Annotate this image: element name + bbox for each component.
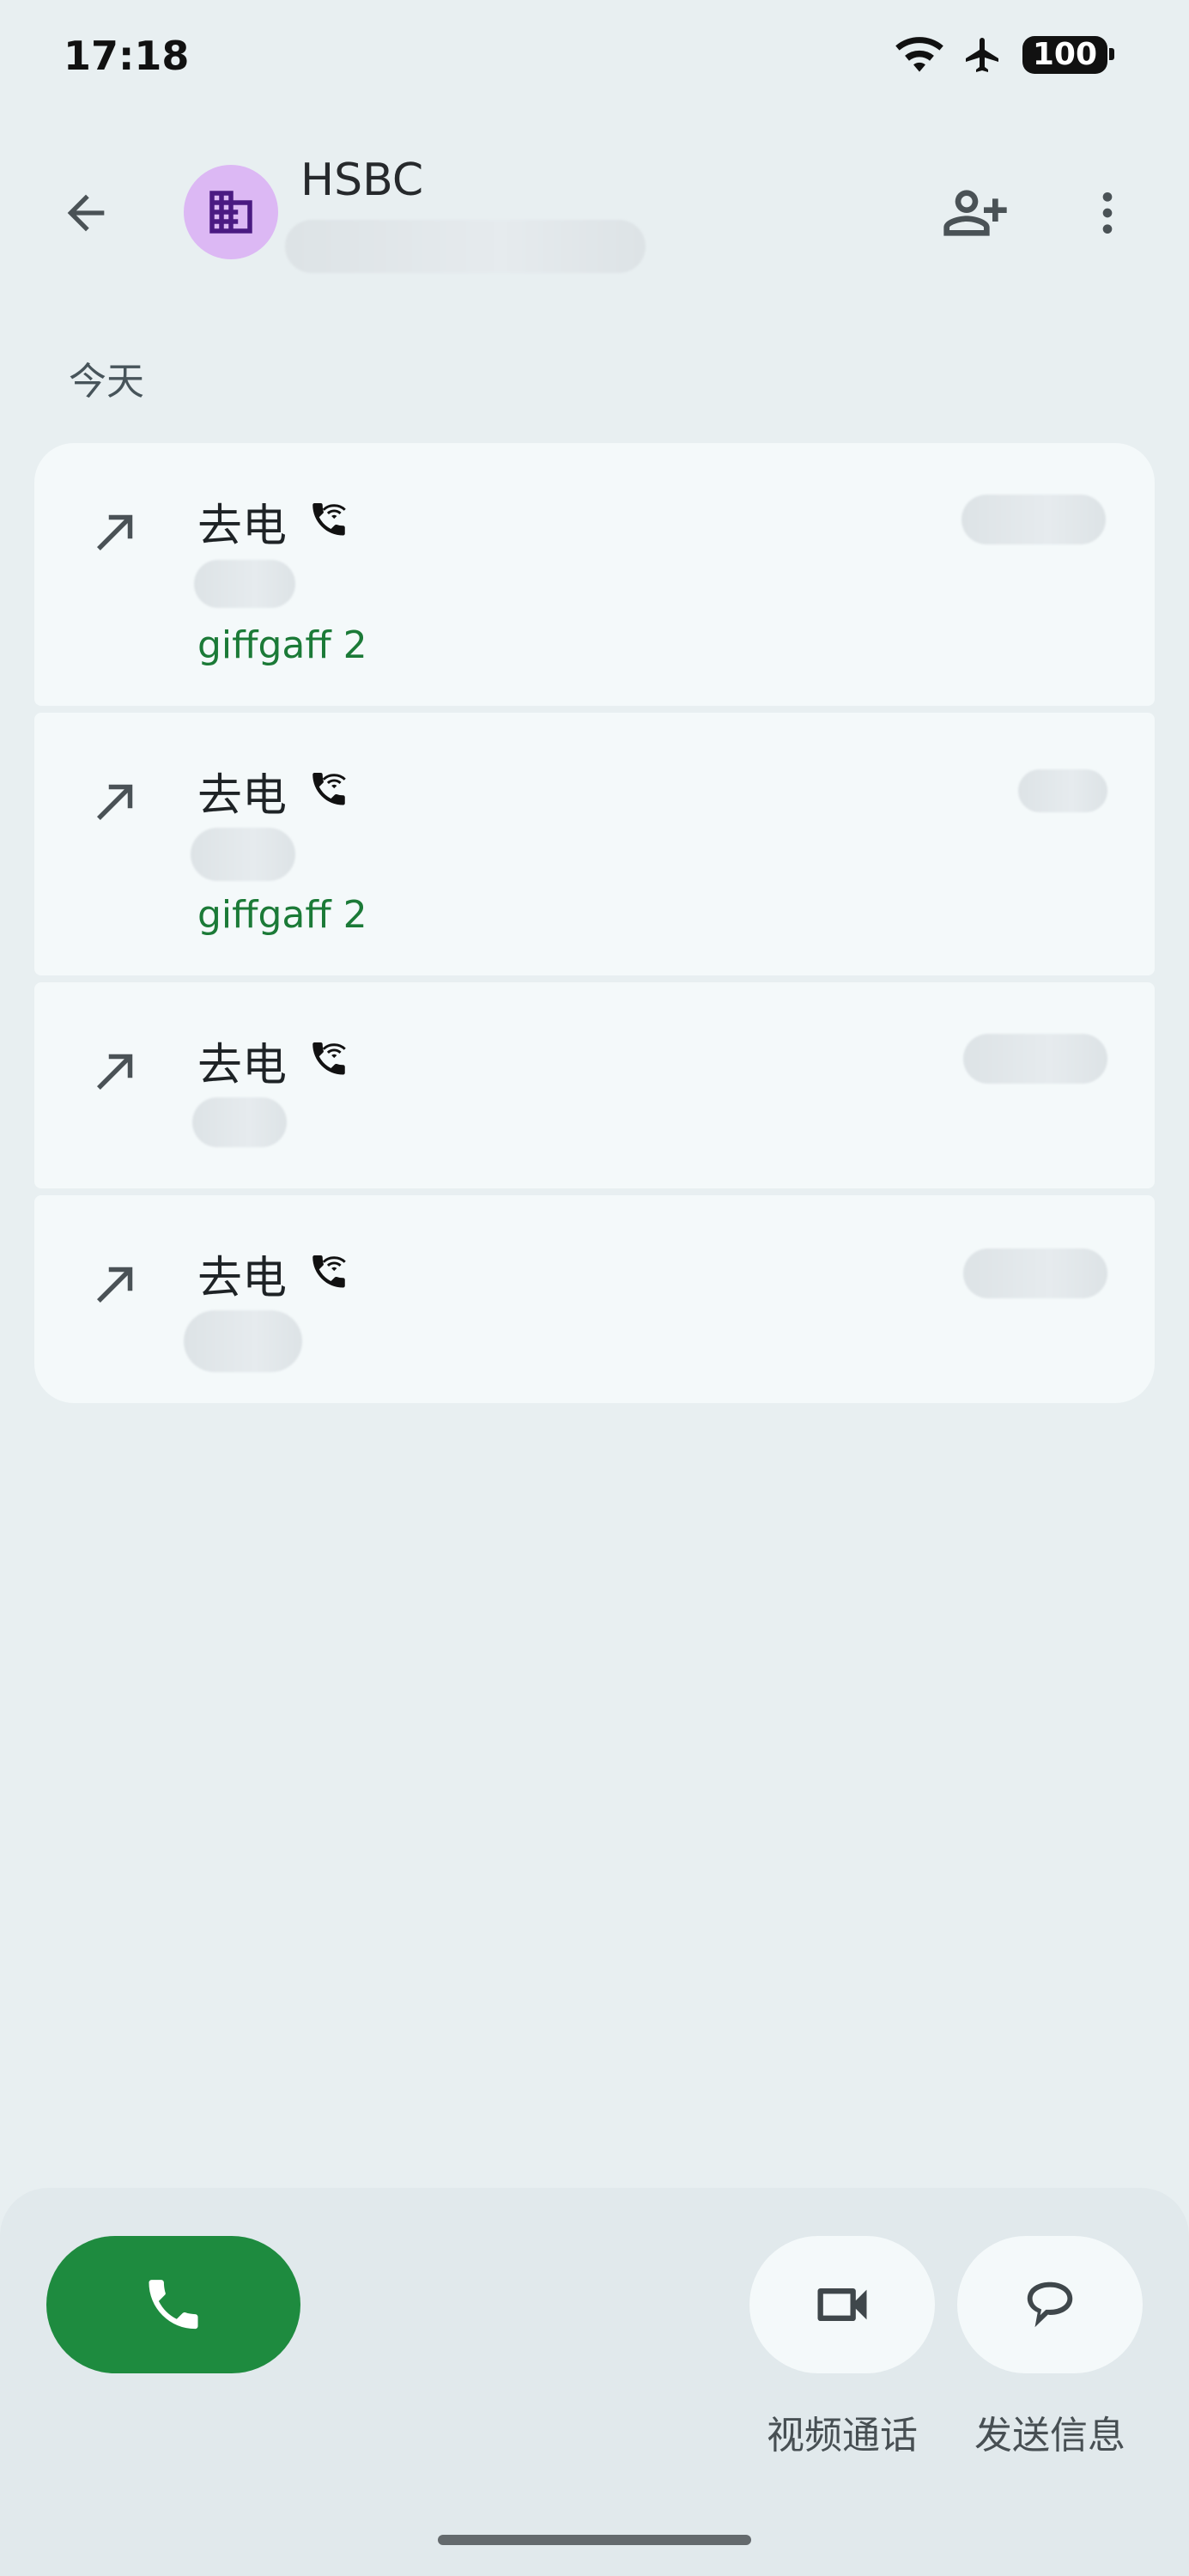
call-log-entry[interactable]: 去电 giffgaff 2 — [34, 443, 1155, 706]
add-contact-button[interactable] — [932, 172, 1018, 254]
avatar — [184, 165, 278, 259]
redacted-call-detail — [184, 1310, 302, 1372]
send-message-button[interactable] — [957, 2236, 1143, 2373]
wifi-calling-icon — [312, 773, 346, 805]
message-icon — [1027, 2281, 1073, 2328]
call-button[interactable] — [46, 2236, 300, 2373]
videocam-icon — [817, 2288, 867, 2321]
redacted-call-detail — [192, 1097, 287, 1147]
call-log-entry[interactable]: 去电 — [34, 982, 1155, 1188]
send-message-label: 发送信息 — [974, 2414, 1125, 2458]
wifi-calling-icon — [312, 503, 346, 536]
airplane-mode-icon — [965, 38, 998, 72]
video-call-button[interactable] — [749, 2236, 935, 2373]
wifi-calling-icon — [312, 1255, 346, 1288]
call-log-entry[interactable]: 去电 giffgaff 2 — [34, 713, 1155, 975]
sim-label: giffgaff 2 — [197, 893, 367, 937]
redacted-number — [285, 220, 646, 273]
call-type-label: 去电 — [197, 770, 288, 822]
redacted-call-detail — [191, 828, 295, 881]
business-icon — [209, 191, 252, 234]
redacted-call-time — [963, 1034, 1107, 1084]
wifi-icon — [895, 37, 943, 72]
call-type-label: 去电 — [197, 1040, 288, 1091]
outgoing-call-arrow-icon — [97, 784, 133, 820]
call-type-label: 去电 — [197, 1253, 288, 1304]
redacted-call-time — [963, 1249, 1107, 1298]
battery-indicator: 100 — [1022, 36, 1115, 74]
sim-label: giffgaff 2 — [197, 623, 367, 667]
outgoing-call-arrow-icon — [97, 1054, 133, 1090]
section-header-today: 今天 — [69, 360, 144, 404]
video-call-label: 视频通话 — [767, 2414, 918, 2458]
add-contact-icon — [943, 190, 1007, 236]
home-indicator[interactable] — [438, 2535, 751, 2545]
redacted-call-time — [1018, 769, 1107, 812]
status-icons: 100 — [895, 34, 1115, 76]
contact-name: HSBC — [300, 155, 424, 206]
back-arrow-icon — [67, 194, 105, 232]
redacted-call-time — [962, 495, 1106, 544]
redacted-call-detail — [194, 560, 295, 608]
status-time: 17:18 — [64, 33, 190, 79]
more-vert-icon — [1102, 192, 1113, 234]
outgoing-call-arrow-icon — [97, 1267, 133, 1303]
back-button[interactable] — [45, 172, 127, 254]
outgoing-call-arrow-icon — [97, 514, 133, 550]
phone-icon — [149, 2280, 198, 2330]
more-options-button[interactable] — [1066, 172, 1149, 254]
call-log-entry[interactable]: 去电 — [34, 1195, 1155, 1403]
wifi-calling-icon — [312, 1042, 346, 1075]
call-type-label: 去电 — [197, 501, 288, 552]
